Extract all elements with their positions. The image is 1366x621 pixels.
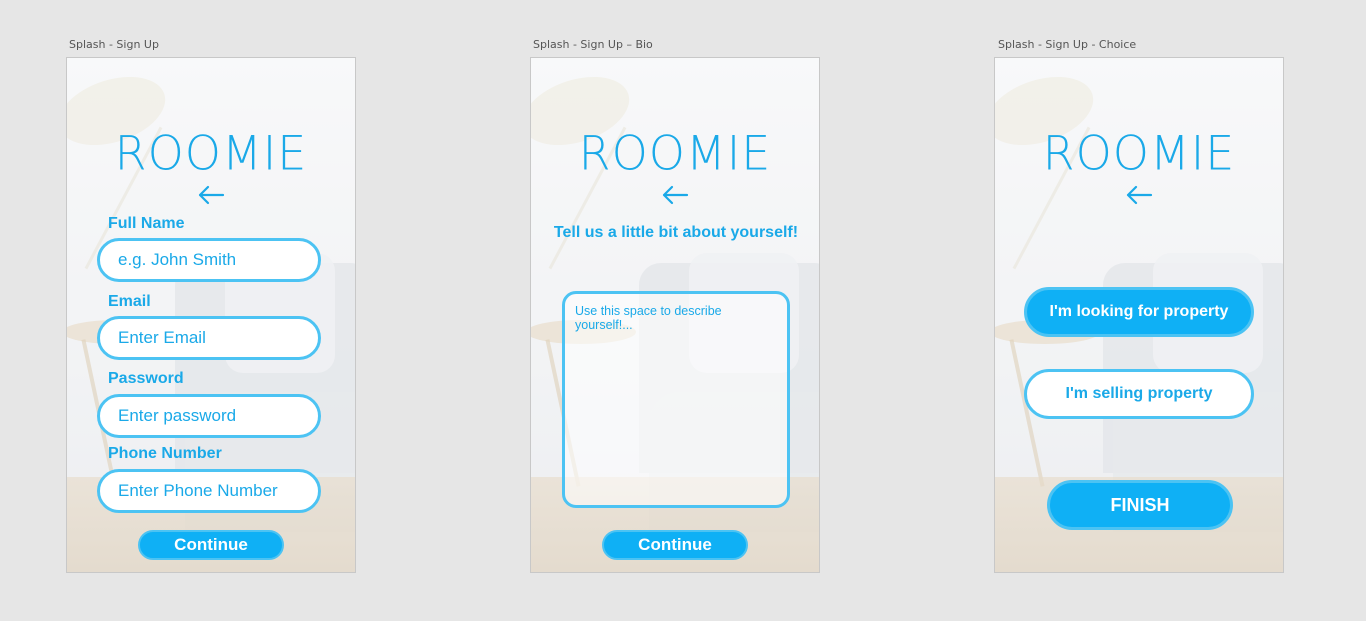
artboard-label-bio: Splash - Sign Up – Bio — [533, 38, 653, 51]
roomie-logo: ROOMIE — [114, 125, 308, 181]
email-input[interactable] — [97, 316, 321, 360]
roomie-logo: ROOMIE — [578, 125, 772, 181]
artboard-choice: ROOMIE I'm looking for property I'm sell… — [994, 57, 1284, 573]
full-name-label: Full Name — [108, 215, 185, 232]
password-label: Password — [108, 370, 184, 387]
phone-number-input[interactable] — [97, 469, 321, 513]
phone-number-label: Phone Number — [108, 445, 222, 462]
continue-button[interactable]: Continue — [138, 530, 284, 560]
arrow-left-icon[interactable] — [661, 184, 689, 206]
bio-textarea[interactable] — [562, 291, 790, 508]
artboard-bio: ROOMIE Tell us a little bit about yourse… — [530, 57, 820, 573]
roomie-logo: ROOMIE — [1042, 125, 1236, 181]
artboard-label-choice: Splash - Sign Up - Choice — [998, 38, 1137, 51]
artboard-signup: ROOMIE Full Name Email Password Phone Nu… — [66, 57, 356, 573]
selling-property-button[interactable]: I'm selling property — [1024, 369, 1254, 419]
password-input[interactable] — [97, 394, 321, 438]
continue-button[interactable]: Continue — [602, 530, 748, 560]
arrow-left-icon[interactable] — [197, 184, 225, 206]
email-label: Email — [108, 293, 151, 310]
full-name-input[interactable] — [97, 238, 321, 282]
bio-prompt: Tell us a little bit about yourself! — [553, 224, 799, 241]
looking-for-property-button[interactable]: I'm looking for property — [1024, 287, 1254, 337]
finish-button[interactable]: FINISH — [1047, 480, 1233, 530]
artboard-label-signup: Splash - Sign Up — [69, 38, 159, 51]
arrow-left-icon[interactable] — [1125, 184, 1153, 206]
